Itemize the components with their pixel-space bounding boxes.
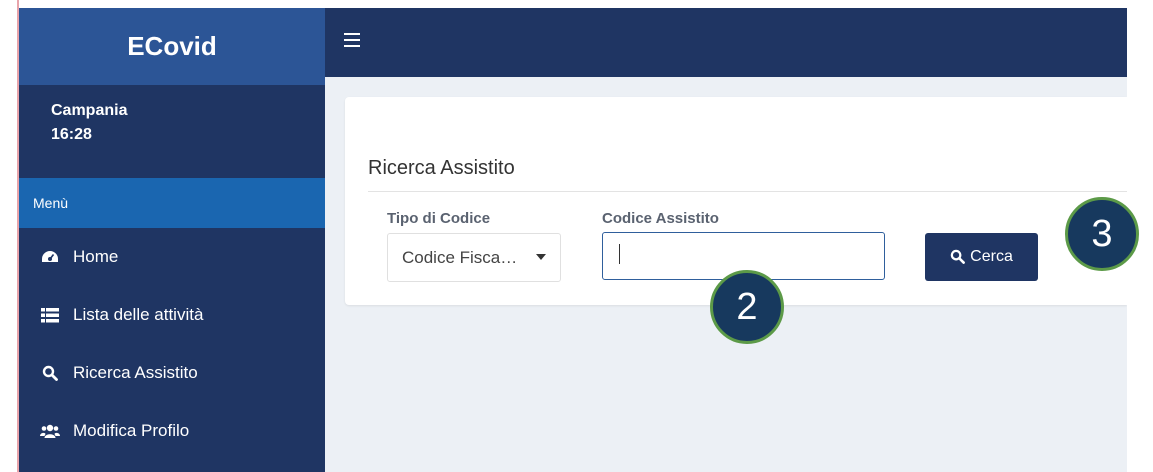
search-icon [39, 364, 61, 382]
users-icon [39, 422, 61, 440]
code-label: Codice Assistito [602, 210, 719, 227]
brand-logo[interactable]: ECovid [19, 0, 325, 85]
user-panel: Campania 16:28 [19, 85, 325, 178]
step-badge-2: 2 [710, 270, 784, 344]
sidebar-item-home[interactable]: Home [19, 228, 325, 286]
sidebar: ECovid Campania 16:28 Menù Home Lista de… [19, 0, 325, 472]
sidebar-item-label: Home [73, 247, 119, 266]
sidebar-item-label: Lista delle attività [73, 305, 204, 324]
user-region: Campania [51, 102, 128, 119]
sidebar-item-activities[interactable]: Lista delle attività [19, 286, 325, 344]
left-edge [0, 0, 19, 472]
main-content: Ricerca Assistito Tipo di Codice Codice … [325, 77, 1127, 472]
code-type-select[interactable]: Codice Fisca… [387, 233, 561, 282]
search-button[interactable]: Cerca [925, 233, 1038, 281]
sidebar-item-label: Modifica Profilo [73, 421, 190, 440]
menu-toggle-icon[interactable] [344, 33, 360, 47]
sidebar-item-label: Ricerca Assistito [73, 363, 198, 382]
page-title: Ricerca Assistito [368, 157, 515, 179]
search-icon [950, 249, 966, 265]
search-button-label: Cerca [970, 248, 1013, 265]
code-type-value: Codice Fisca… [402, 248, 518, 267]
user-time: 16:28 [51, 126, 92, 143]
text-cursor [619, 244, 620, 264]
sidebar-item-profile[interactable]: Modifica Profilo [19, 402, 325, 460]
caret-down-icon [536, 254, 546, 260]
sidebar-item-search[interactable]: Ricerca Assistito [19, 344, 325, 402]
step-badge-3: 3 [1065, 197, 1139, 271]
code-type-label: Tipo di Codice [387, 210, 491, 227]
dashboard-icon [39, 248, 61, 266]
list-icon [39, 306, 61, 324]
divider [368, 191, 1127, 192]
top-navbar [325, 8, 1127, 77]
menu-header: Menù [19, 178, 325, 228]
